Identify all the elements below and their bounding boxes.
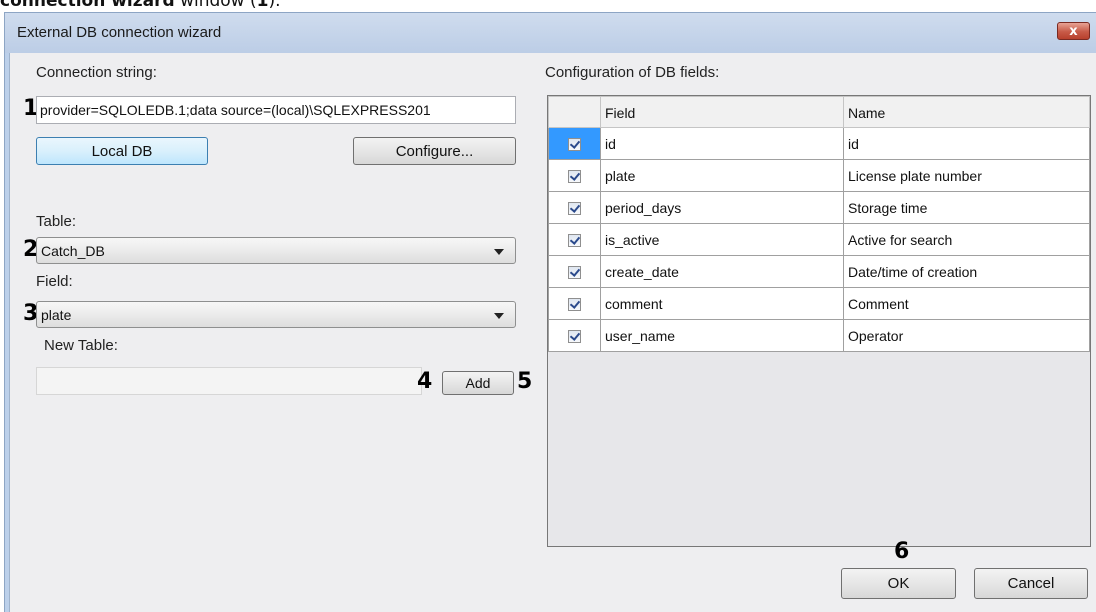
field-column-header[interactable]: Field <box>600 96 844 128</box>
name-cell[interactable]: Date/time of creation <box>843 255 1090 288</box>
add-button[interactable]: Add <box>442 371 514 395</box>
field-cell[interactable]: is_active <box>600 223 844 256</box>
checkbox-checked-icon[interactable] <box>568 170 581 184</box>
connection-string-label: Connection string: <box>36 64 157 81</box>
configure-button[interactable]: Configure... <box>353 137 516 165</box>
wizard-window: External DB connection wizard x Connecti… <box>4 12 1096 612</box>
checkbox-checked-icon[interactable] <box>568 234 581 248</box>
marker-4: 4 <box>417 369 433 394</box>
chevron-down-icon <box>494 249 504 255</box>
caption-text: window ( <box>174 0 257 11</box>
db-fields-label: Configuration of DB fields: <box>545 64 720 81</box>
name-cell[interactable]: Storage time <box>843 191 1090 224</box>
table-row[interactable]: plate License plate number <box>548 159 1090 192</box>
name-cell[interactable]: id <box>843 127 1090 160</box>
row-checkbox-cell[interactable] <box>548 127 601 160</box>
document-caption: connection wizard window (1). <box>0 0 281 11</box>
marker-5: 5 <box>517 369 533 394</box>
checkbox-checked-icon[interactable] <box>568 266 581 280</box>
row-checkbox-cell[interactable] <box>548 191 601 224</box>
table-label: Table: <box>36 213 77 230</box>
caption-bold-text: connection wizard <box>0 0 175 11</box>
checkbox-checked-icon[interactable] <box>568 330 581 344</box>
db-fields-grid[interactable]: Field Name id id plate License plate num… <box>547 95 1091 547</box>
checkbox-column-header[interactable] <box>548 96 601 128</box>
window-title: External DB connection wizard <box>17 24 222 41</box>
table-select[interactable]: Catch_DB <box>36 237 516 264</box>
table-row[interactable]: period_days Storage time <box>548 191 1090 224</box>
caption-number: 1 <box>256 0 269 11</box>
caption-end: ). <box>268 0 281 11</box>
field-cell[interactable]: id <box>600 127 844 160</box>
field-cell[interactable]: period_days <box>600 191 844 224</box>
close-button[interactable]: x <box>1057 22 1090 40</box>
checkbox-checked-icon[interactable] <box>568 202 581 216</box>
name-cell[interactable]: Operator <box>843 319 1090 352</box>
dialog-body: Connection string: 1 provider=SQLOLEDB.1… <box>9 53 1096 612</box>
table-row[interactable]: id id <box>548 127 1090 160</box>
table-row[interactable]: is_active Active for search <box>548 223 1090 256</box>
table-row[interactable]: comment Comment <box>548 287 1090 320</box>
field-cell[interactable]: comment <box>600 287 844 320</box>
name-cell[interactable]: Active for search <box>843 223 1090 256</box>
ok-button[interactable]: OK <box>841 568 956 599</box>
new-table-label: New Table: <box>44 337 118 354</box>
field-label: Field: <box>36 273 73 290</box>
marker-6: 6 <box>894 539 910 564</box>
row-checkbox-cell[interactable] <box>548 319 601 352</box>
table-row[interactable]: create_date Date/time of creation <box>548 255 1090 288</box>
close-icon: x <box>1069 23 1078 39</box>
name-cell[interactable]: Comment <box>843 287 1090 320</box>
chevron-down-icon <box>494 313 504 319</box>
field-select-value: plate <box>41 307 72 323</box>
field-cell[interactable]: user_name <box>600 319 844 352</box>
name-cell[interactable]: License plate number <box>843 159 1090 192</box>
db-fields-table: Field Name id id plate License plate num… <box>548 96 1090 352</box>
field-cell[interactable]: create_date <box>600 255 844 288</box>
title-bar[interactable]: External DB connection wizard x <box>5 13 1096 53</box>
grid-header-row: Field Name <box>548 96 1090 128</box>
row-checkbox-cell[interactable] <box>548 159 601 192</box>
new-table-input[interactable] <box>36 367 422 395</box>
table-row[interactable]: user_name Operator <box>548 319 1090 352</box>
field-cell[interactable]: plate <box>600 159 844 192</box>
local-db-button[interactable]: Local DB <box>36 137 208 165</box>
row-checkbox-cell[interactable] <box>548 287 601 320</box>
checkbox-checked-icon[interactable] <box>568 138 581 152</box>
table-select-value: Catch_DB <box>41 243 105 259</box>
connection-string-input[interactable]: provider=SQLOLEDB.1;data source=(local)\… <box>36 96 516 124</box>
name-column-header[interactable]: Name <box>843 96 1090 128</box>
row-checkbox-cell[interactable] <box>548 223 601 256</box>
row-checkbox-cell[interactable] <box>548 255 601 288</box>
cancel-button[interactable]: Cancel <box>974 568 1088 599</box>
checkbox-checked-icon[interactable] <box>568 298 581 312</box>
field-select[interactable]: plate <box>36 301 516 328</box>
